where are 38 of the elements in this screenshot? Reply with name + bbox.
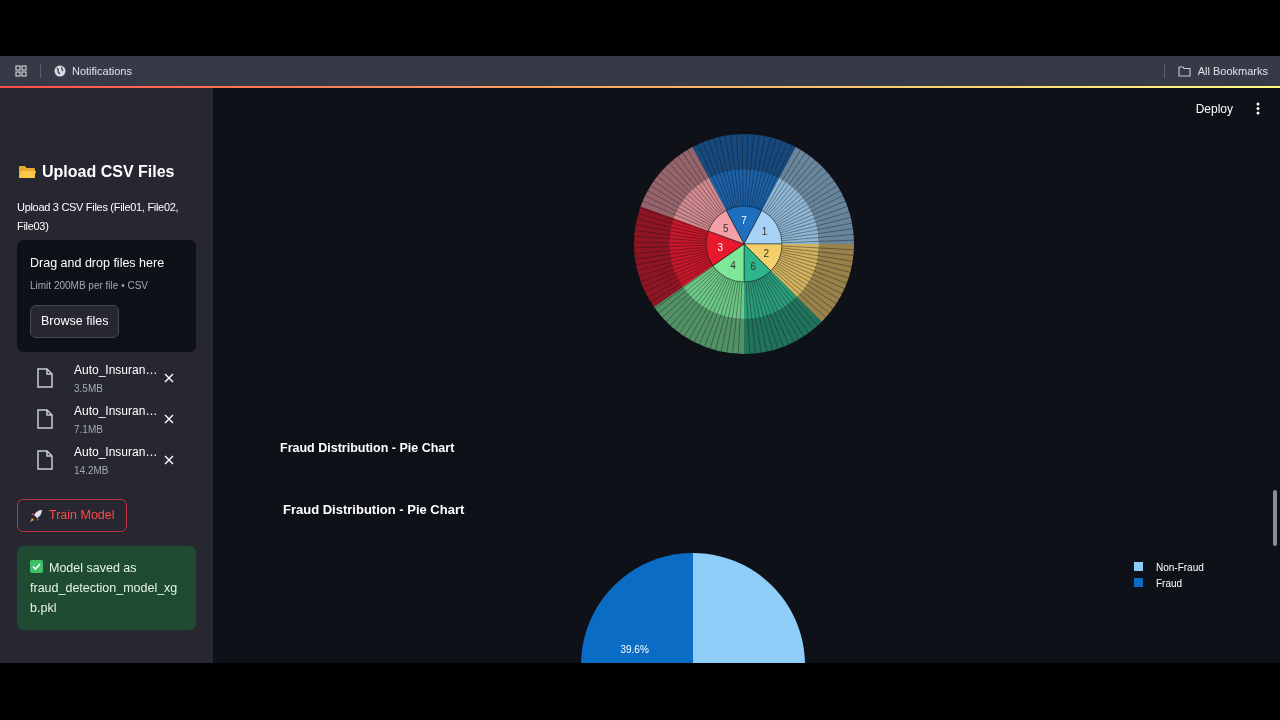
file-icon (37, 450, 53, 470)
rocket-icon (29, 508, 43, 523)
all-bookmarks-link[interactable]: All Bookmarks (1197, 62, 1268, 80)
sidebar-heading: Upload CSV Files (42, 162, 175, 182)
train-model-button[interactable]: Train Model (17, 499, 127, 532)
legend-swatch (1134, 578, 1143, 587)
close-icon[interactable] (164, 414, 174, 424)
file-dropzone[interactable]: Drag and drop files here Limit 200MB per file • CSV Browse files (17, 240, 196, 352)
dropzone-title: Drag and drop files here (30, 255, 165, 272)
dropzone-hint: Limit 200MB per file • CSV (30, 278, 148, 293)
file-name: Auto_Insuran… (74, 443, 159, 461)
deploy-button[interactable]: Deploy (1195, 99, 1233, 118)
legend-label: Fraud (1156, 578, 1183, 589)
bookmark-link[interactable]: Notifications (72, 62, 132, 80)
legend-label: Non-Fraud (1156, 562, 1204, 573)
legend-swatch (1134, 562, 1143, 571)
chart-title: Fraud Distribution - Pie Chart (283, 502, 465, 517)
section-title: Fraud Distribution - Pie Chart (280, 440, 456, 458)
apps-icon[interactable] (15, 65, 27, 77)
globe-icon (54, 65, 66, 77)
folder-icon (1177, 65, 1191, 77)
file-size: 14.2MB (74, 463, 110, 478)
folder-icon (19, 165, 36, 179)
more-icon[interactable] (1256, 102, 1260, 116)
close-icon[interactable] (164, 455, 174, 465)
file-name: Auto_Insuran… (74, 402, 159, 420)
file-name: Auto_Insuran… (74, 361, 159, 379)
file-icon (37, 409, 53, 429)
close-icon[interactable] (164, 373, 174, 383)
success-message: Model saved as fraud_detection_model_xgb.pkl (30, 559, 179, 617)
scrollbar-thumb[interactable] (1273, 490, 1277, 546)
check-icon (30, 560, 43, 573)
browse-files-button[interactable]: Browse files (30, 304, 120, 338)
file-icon (37, 368, 53, 388)
slice-label: 39.6% (620, 644, 649, 655)
upload-label: Upload 3 CSV Files (File01, File02, File03) (17, 200, 180, 234)
file-size: 7.1MB (74, 422, 104, 437)
file-size: 3.5MB (74, 381, 104, 396)
